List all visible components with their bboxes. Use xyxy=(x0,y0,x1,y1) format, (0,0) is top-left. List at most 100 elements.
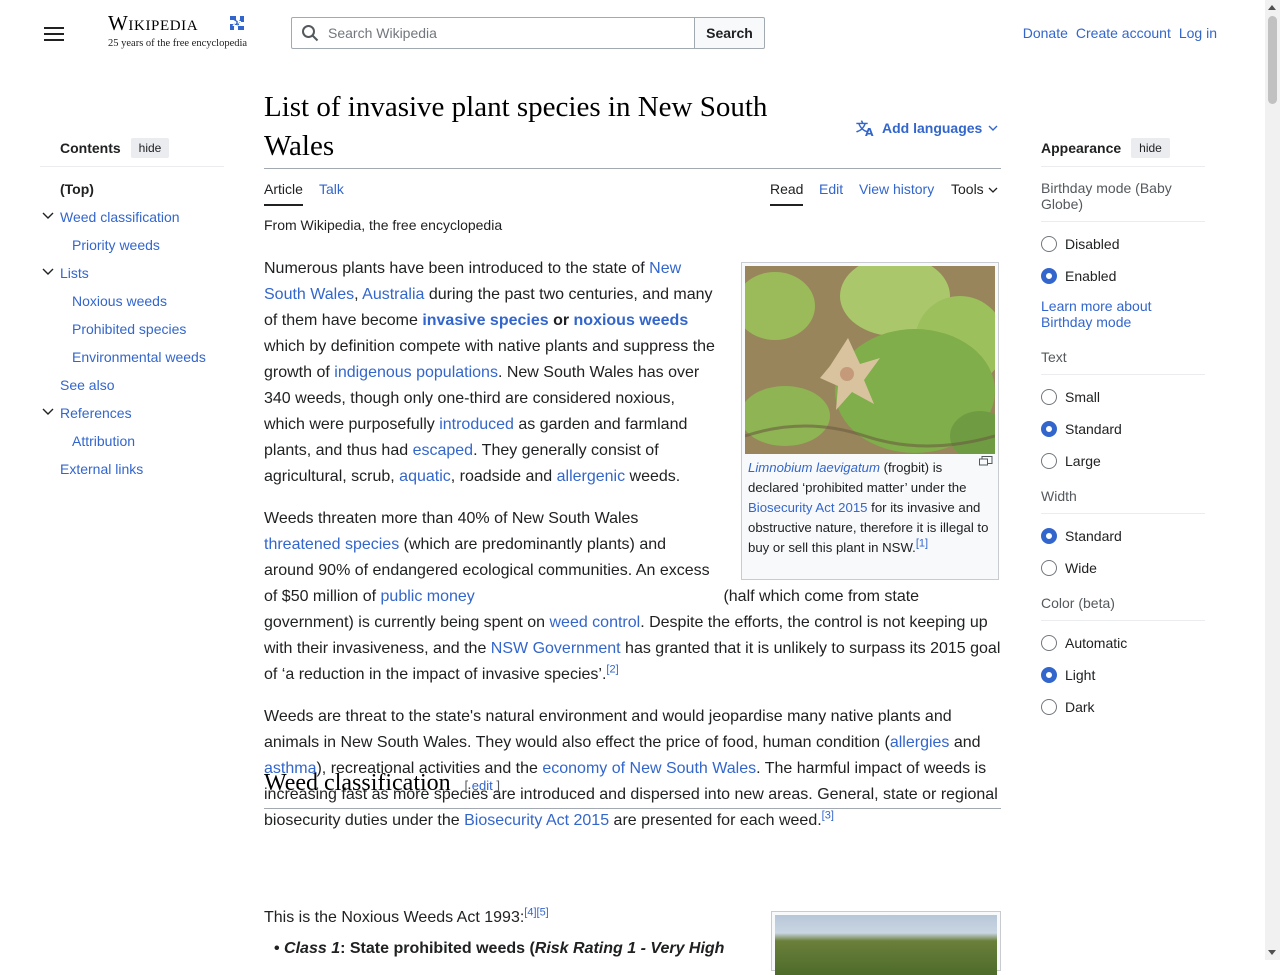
text: , xyxy=(354,286,363,303)
figure-frogbit: Limnobium laevigatum (frogbit) is declar… xyxy=(741,262,999,580)
search-button[interactable]: Search xyxy=(695,17,765,49)
scroll-down-arrow-icon[interactable] xyxy=(1268,950,1276,955)
toc-hide-button[interactable]: hide xyxy=(130,138,170,158)
radio-circle xyxy=(1041,699,1057,715)
radio-label: Large xyxy=(1065,453,1101,469)
page-title: List of invasive plant species in New So… xyxy=(264,91,768,162)
section-edit: [ edit ] xyxy=(465,778,500,793)
radio-text-small[interactable]: Small xyxy=(1041,381,1205,413)
scrollbar[interactable] xyxy=(1265,0,1280,960)
chevron-down-icon[interactable] xyxy=(42,267,54,277)
link-biosecurity-act[interactable]: Biosecurity Act 2015 xyxy=(464,812,609,829)
add-languages-button[interactable]: 文 A Add languages xyxy=(856,119,998,137)
reference-2[interactable]: [2] xyxy=(606,664,618,676)
toc-item-noxious-weeds[interactable]: Noxious weeds xyxy=(72,293,167,309)
link-australia[interactable]: Australia xyxy=(362,286,424,303)
toc-item-attribution[interactable]: Attribution xyxy=(72,433,135,449)
figure-2[interactable] xyxy=(771,911,1001,975)
toc-item-see-also[interactable]: See also xyxy=(60,377,114,393)
toc-item-references[interactable]: References xyxy=(60,405,132,421)
enlarge-icon[interactable] xyxy=(979,456,993,466)
scrollbar-thumb[interactable] xyxy=(1268,16,1277,104)
radio-label: Disabled xyxy=(1065,236,1120,252)
toc-item-top[interactable]: (Top) xyxy=(60,181,94,197)
chevron-down-icon[interactable] xyxy=(42,211,54,221)
radio-color-light[interactable]: Light xyxy=(1041,659,1205,691)
text: weeds. xyxy=(625,468,681,485)
radio-color-automatic[interactable]: Automatic xyxy=(1041,627,1205,659)
link-escaped[interactable]: escaped xyxy=(413,442,474,459)
donate-link[interactable]: Donate xyxy=(1023,25,1068,41)
reference-3[interactable]: [3] xyxy=(822,810,834,822)
text: Risk Rating 1 - Very High xyxy=(534,940,725,957)
text: , roadside and xyxy=(450,468,557,485)
learn-more-birthday-link[interactable]: Learn more about Birthday mode xyxy=(1041,298,1205,330)
reference-1[interactable]: [1] xyxy=(916,538,928,550)
scroll-up-arrow-icon[interactable] xyxy=(1268,5,1276,10)
toc-item-prohibited-species[interactable]: Prohibited species xyxy=(72,321,186,337)
text-size-label: Text xyxy=(1041,349,1205,375)
radio-label: Light xyxy=(1065,667,1096,683)
section-edit-link[interactable]: edit xyxy=(472,778,493,793)
chevron-down-icon xyxy=(988,187,998,193)
link-noxious-weeds[interactable]: noxious weeds xyxy=(574,312,689,329)
radio-circle-selected xyxy=(1041,268,1057,284)
radio-label: Dark xyxy=(1065,699,1095,715)
radio-birthday-disabled[interactable]: Disabled xyxy=(1041,228,1205,260)
radio-circle xyxy=(1041,236,1057,252)
link-limnobium[interactable]: Limnobium laevigatum xyxy=(748,460,880,475)
search-input[interactable] xyxy=(326,18,690,48)
tab-article[interactable]: Article xyxy=(264,181,303,206)
radio-color-dark[interactable]: Dark xyxy=(1041,691,1205,723)
link-threatened-species[interactable]: threatened species xyxy=(264,536,399,553)
toc-item-priority-weeds[interactable]: Priority weeds xyxy=(72,237,160,253)
text: or xyxy=(548,312,574,329)
tools-menu[interactable]: Tools xyxy=(951,181,998,204)
link-allergenic[interactable]: allergenic xyxy=(557,468,625,485)
search-field[interactable] xyxy=(291,17,695,49)
radio-width-wide[interactable]: Wide xyxy=(1041,552,1205,584)
toc-item-weed-classification[interactable]: Weed classification xyxy=(60,209,180,225)
frogbit-image[interactable] xyxy=(745,266,995,454)
reference-4-5[interactable]: [4][5] xyxy=(524,907,548,919)
article-main: List of invasive plant species in New So… xyxy=(264,88,1001,829)
link-invasive-species[interactable]: invasive species xyxy=(422,312,548,329)
link-nsw-government[interactable]: NSW Government xyxy=(491,640,621,657)
tab-view-history[interactable]: View history xyxy=(859,181,934,204)
appearance-hide-button[interactable]: hide xyxy=(1131,138,1170,158)
radio-text-large[interactable]: Large xyxy=(1041,445,1205,477)
figure-caption: Limnobium laevigatum (frogbit) is declar… xyxy=(745,454,995,558)
section-heading-weed-classification: Weed classification [ edit ] xyxy=(264,770,1001,809)
svg-text:25: 25 xyxy=(232,20,242,28)
link-allergies[interactable]: allergies xyxy=(890,734,950,751)
link-indigenous-populations[interactable]: indigenous populations xyxy=(334,364,498,381)
toc-item-lists[interactable]: Lists xyxy=(60,265,89,281)
login-link[interactable]: Log in xyxy=(1179,25,1217,41)
link-biosecurity-act-caption[interactable]: Biosecurity Act 2015 xyxy=(748,500,868,515)
chevron-down-icon[interactable] xyxy=(42,407,54,417)
tab-read[interactable]: Read xyxy=(770,181,804,206)
text: This is the Noxious Weeds Act 1993: xyxy=(264,909,525,926)
tab-talk[interactable]: Talk xyxy=(319,181,344,204)
link-weed-control[interactable]: weed control xyxy=(549,614,640,631)
toc-item-environmental-weeds[interactable]: Environmental weeds xyxy=(72,349,206,365)
radio-label: Standard xyxy=(1065,421,1122,437)
color-label: Color (beta) xyxy=(1041,595,1205,621)
radio-birthday-enabled[interactable]: Enabled xyxy=(1041,260,1205,292)
radio-circle xyxy=(1041,453,1057,469)
radio-text-standard[interactable]: Standard xyxy=(1041,413,1205,445)
radio-circle xyxy=(1041,635,1057,651)
text: Class 1 xyxy=(284,940,341,957)
toc-item-external-links[interactable]: External links xyxy=(60,461,143,477)
create-account-link[interactable]: Create account xyxy=(1076,25,1171,41)
tab-edit[interactable]: Edit xyxy=(819,181,843,204)
svg-text:A: A xyxy=(865,126,874,137)
link-public-money[interactable]: public money xyxy=(381,588,475,605)
link-introduced[interactable]: introduced xyxy=(439,416,514,433)
link-aquatic[interactable]: aquatic xyxy=(399,468,451,485)
radio-label: Wide xyxy=(1065,560,1097,576)
wikipedia-logo[interactable]: Wikipedia 25 25 years of the free encycl… xyxy=(108,10,258,49)
radio-width-standard[interactable]: Standard xyxy=(1041,520,1205,552)
main-menu-button[interactable] xyxy=(44,24,64,42)
article-body: Numerous plants have been introduced to … xyxy=(264,256,1001,850)
